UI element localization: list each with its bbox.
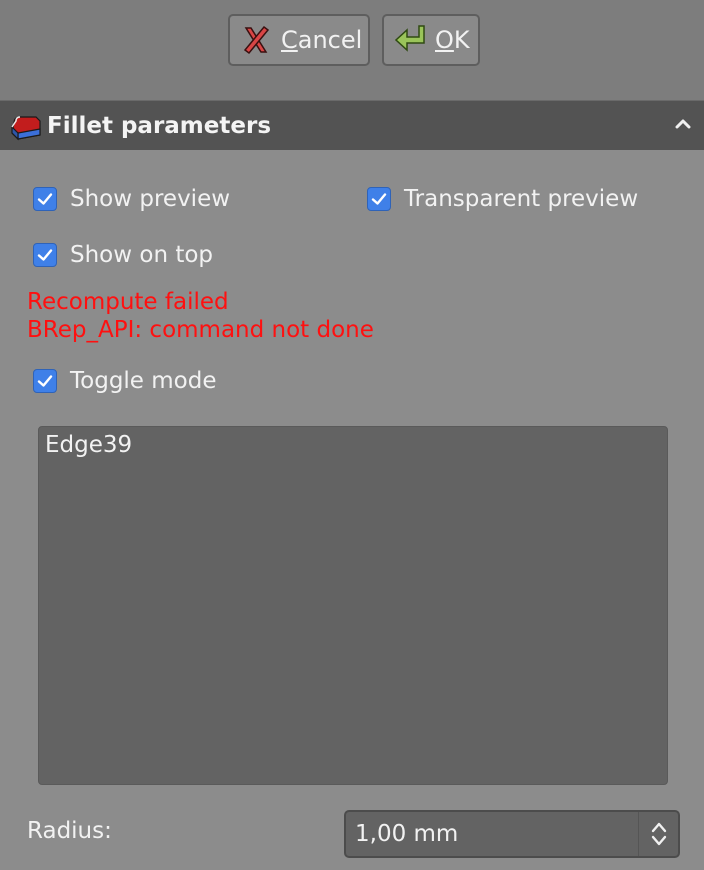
spin-down-icon[interactable] bbox=[650, 834, 668, 848]
spinbox-arrows[interactable] bbox=[638, 812, 678, 856]
radius-input[interactable]: 1,00 mm bbox=[346, 821, 638, 847]
cancel-button-label: Cancel bbox=[281, 26, 363, 54]
checkbox-checked[interactable] bbox=[33, 243, 57, 267]
check-icon bbox=[37, 193, 53, 205]
transparent-preview-checkbox[interactable]: Transparent preview bbox=[367, 186, 638, 212]
show-on-top-checkbox[interactable]: Show on top bbox=[33, 242, 213, 268]
ok-button[interactable]: OK bbox=[382, 14, 480, 66]
references-list[interactable]: Edge39 bbox=[38, 426, 668, 785]
radius-spinbox[interactable]: 1,00 mm bbox=[344, 810, 680, 858]
task-panel: Cancel OK Fillet parameters Show preview bbox=[0, 0, 704, 870]
cancel-button[interactable]: Cancel bbox=[228, 14, 370, 66]
chevron-up-icon[interactable] bbox=[672, 113, 694, 135]
transparent-preview-label: Transparent preview bbox=[404, 186, 639, 212]
ok-arrow-icon bbox=[394, 25, 425, 52]
error-line-2: BRep_API: command not done bbox=[27, 317, 374, 343]
show-on-top-label: Show on top bbox=[70, 242, 214, 268]
toggle-mode-checkbox[interactable]: Toggle mode bbox=[33, 368, 217, 394]
ok-button-label: OK bbox=[435, 26, 470, 54]
cancel-icon bbox=[243, 25, 270, 55]
show-preview-checkbox[interactable]: Show preview bbox=[33, 186, 230, 212]
spin-up-icon[interactable] bbox=[650, 820, 668, 834]
panel-header[interactable]: Fillet parameters bbox=[0, 100, 704, 150]
radius-label: Radius: bbox=[27, 818, 112, 844]
check-icon bbox=[37, 249, 53, 261]
check-icon bbox=[37, 375, 53, 387]
list-item[interactable]: Edge39 bbox=[45, 431, 661, 459]
fillet-icon bbox=[11, 115, 41, 140]
checkbox-checked[interactable] bbox=[367, 187, 391, 211]
check-icon bbox=[371, 193, 387, 205]
error-message: Recompute failed BRep_API: command not d… bbox=[27, 288, 374, 344]
toggle-mode-label: Toggle mode bbox=[70, 368, 217, 394]
panel-title: Fillet parameters bbox=[47, 112, 272, 139]
checkbox-checked[interactable] bbox=[33, 187, 57, 211]
show-preview-label: Show preview bbox=[70, 186, 231, 212]
panel-body: Show preview Transparent preview Show on… bbox=[0, 150, 704, 870]
error-line-1: Recompute failed bbox=[27, 289, 229, 315]
dialog-button-bar: Cancel OK bbox=[0, 0, 704, 100]
checkbox-checked[interactable] bbox=[33, 369, 57, 393]
